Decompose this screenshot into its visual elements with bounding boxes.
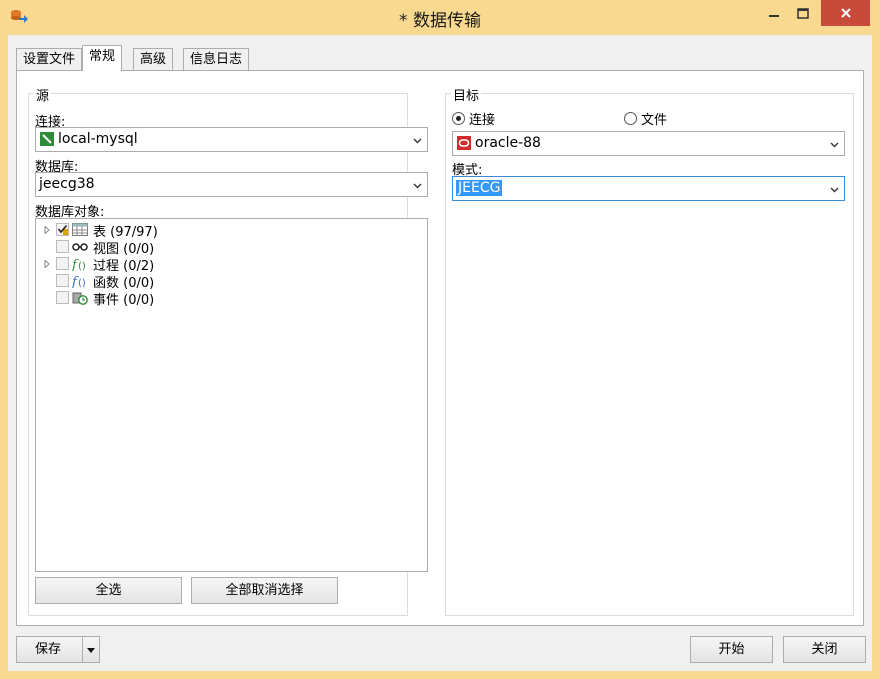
- close-window-button[interactable]: [821, 0, 870, 26]
- maximize-icon: [797, 7, 809, 19]
- mysql-icon: [40, 132, 54, 146]
- oracle-icon: [457, 136, 471, 150]
- close-icon: [840, 8, 851, 18]
- tree-item-label: 事件: [93, 293, 120, 308]
- maximize-button[interactable]: [789, 0, 817, 26]
- svg-text:(): (): [78, 278, 86, 288]
- source-database-value: jeecg38: [39, 176, 95, 192]
- window-title: * 数据传输: [399, 11, 481, 31]
- minimize-icon: [769, 15, 779, 17]
- events-checkbox[interactable]: [56, 291, 69, 304]
- target-connection-select[interactable]: oracle-88: [452, 131, 845, 156]
- table-icon: [72, 223, 88, 236]
- database-objects-tree[interactable]: 表 (97/97) 视图 (0/0) f() 过程 (0/2) f () 函数 …: [35, 218, 428, 572]
- start-button[interactable]: 开始: [690, 636, 773, 663]
- app-window: * 数据传输 设置文件 常规 高级 信息日志 源 连接: local-mysql…: [0, 0, 880, 679]
- tree-item-tables[interactable]: 表 (97/97): [36, 221, 426, 240]
- close-button[interactable]: 关闭: [783, 636, 866, 663]
- target-group-title: 目标: [451, 85, 482, 104]
- general-tab-panel: 源 连接: local-mysql 数据库: jeecg38 数据库对象: 表 …: [16, 70, 864, 626]
- functions-checkbox[interactable]: [56, 274, 69, 287]
- target-connection-value: oracle-88: [475, 135, 541, 151]
- expand-arrow-icon[interactable]: [44, 225, 50, 234]
- chevron-down-icon[interactable]: [413, 136, 422, 145]
- tab-log[interactable]: 信息日志: [183, 48, 250, 70]
- procedures-checkbox[interactable]: [56, 257, 69, 270]
- deselect-all-button[interactable]: 全部取消选择: [191, 577, 338, 604]
- client-area: 设置文件 常规 高级 信息日志 源 连接: local-mysql 数据库: j…: [8, 35, 872, 671]
- source-connection-value: local-mysql: [58, 131, 138, 147]
- dropdown-arrow-icon: [87, 648, 95, 653]
- svg-text:(): (): [78, 261, 86, 271]
- source-connection-select[interactable]: local-mysql: [35, 127, 428, 152]
- target-schema-value: JEECG: [456, 180, 503, 196]
- save-dropdown-button[interactable]: [82, 636, 100, 663]
- views-checkbox[interactable]: [56, 240, 69, 253]
- radio-selected-icon: [452, 112, 465, 125]
- tab-settings-file[interactable]: 设置文件: [16, 48, 83, 70]
- tree-item-views[interactable]: 视图 (0/0): [36, 238, 426, 257]
- target-file-radio-label: 文件: [641, 113, 668, 128]
- tree-item-procedures[interactable]: f() 过程 (0/2): [36, 255, 426, 274]
- expand-arrow-icon[interactable]: [44, 259, 50, 268]
- chevron-down-icon[interactable]: [830, 185, 839, 194]
- title-bar: * 数据传输: [0, 0, 880, 35]
- function-icon: f(): [72, 275, 86, 288]
- tree-item-events[interactable]: 事件 (0/0): [36, 289, 426, 308]
- target-mode-radio-group: 连接 文件: [452, 109, 852, 128]
- tree-item-count: (0/0): [123, 293, 155, 308]
- radio-unselected-icon: [624, 112, 637, 125]
- chevron-down-icon[interactable]: [413, 181, 422, 190]
- chevron-down-icon[interactable]: [830, 140, 839, 149]
- checkmark-icon: [57, 224, 68, 235]
- tables-checkbox[interactable]: [56, 223, 69, 236]
- target-schema-select[interactable]: JEECG: [452, 176, 845, 201]
- source-group-title: 源: [34, 85, 52, 104]
- source-database-select[interactable]: jeecg38: [35, 172, 428, 197]
- save-button[interactable]: 保存: [16, 636, 83, 663]
- target-connection-radio[interactable]: 连接: [452, 109, 495, 128]
- tree-item-functions[interactable]: f() 函数 (0/0): [36, 272, 426, 291]
- event-icon: [72, 292, 88, 305]
- target-group: 目标 连接 文件 oracle-88 模式: JEECG: [445, 85, 854, 616]
- tab-advanced[interactable]: 高级: [133, 48, 174, 70]
- target-connection-radio-label: 连接: [469, 113, 496, 128]
- view-icon: [72, 242, 88, 251]
- target-file-radio[interactable]: 文件: [624, 109, 667, 128]
- minimize-button[interactable]: [760, 0, 788, 26]
- select-all-button[interactable]: 全选: [35, 577, 182, 604]
- tab-general[interactable]: 常规: [82, 45, 123, 71]
- source-group: 源 连接: local-mysql 数据库: jeecg38 数据库对象: 表 …: [28, 85, 428, 616]
- procedure-icon: f(): [72, 258, 86, 271]
